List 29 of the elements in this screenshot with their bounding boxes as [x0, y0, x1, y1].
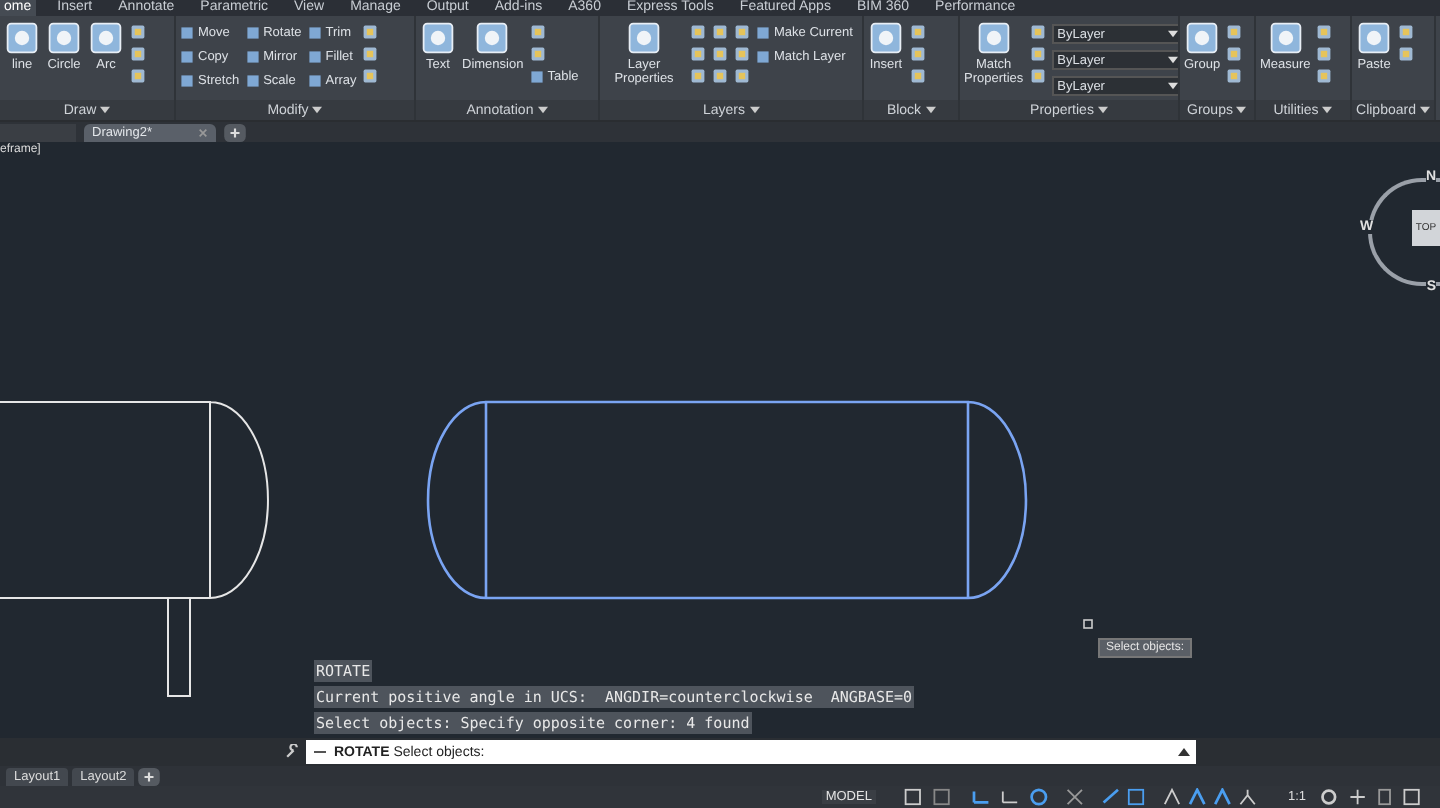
prompt-icon: [312, 746, 328, 758]
caret-icon: [1167, 82, 1178, 90]
tool-icon: [1267, 20, 1304, 56]
caret-icon: [100, 106, 111, 114]
caret-icon: [1419, 106, 1430, 114]
cursor-pickbox: [1083, 619, 1093, 629]
tool-icon: [4, 20, 40, 56]
tool-icon: [975, 20, 1012, 56]
tool-icon: [626, 20, 662, 56]
caret-icon: [1322, 106, 1333, 114]
caret-icon: [1236, 106, 1247, 114]
caret-icon: [312, 106, 323, 114]
tool-icon: [474, 20, 511, 56]
wrench-icon[interactable]: [284, 744, 300, 760]
caret-icon[interactable]: [1178, 748, 1190, 756]
caret-icon: [925, 106, 936, 114]
caret-icon: [749, 106, 759, 114]
tool-icon: [420, 20, 456, 56]
caret-icon: [1097, 106, 1108, 114]
tool-icon: [1356, 20, 1392, 56]
caret-icon: [1167, 56, 1178, 64]
new-tab-icon[interactable]: [224, 124, 246, 142]
tool-icon: [868, 20, 904, 56]
caret-icon: [537, 106, 548, 114]
caret-icon: [1167, 30, 1178, 38]
tool-icon: [1184, 20, 1221, 56]
new-layout-icon[interactable]: [138, 767, 161, 785]
tool-icon: [88, 20, 124, 56]
tool-icon: [46, 20, 82, 56]
